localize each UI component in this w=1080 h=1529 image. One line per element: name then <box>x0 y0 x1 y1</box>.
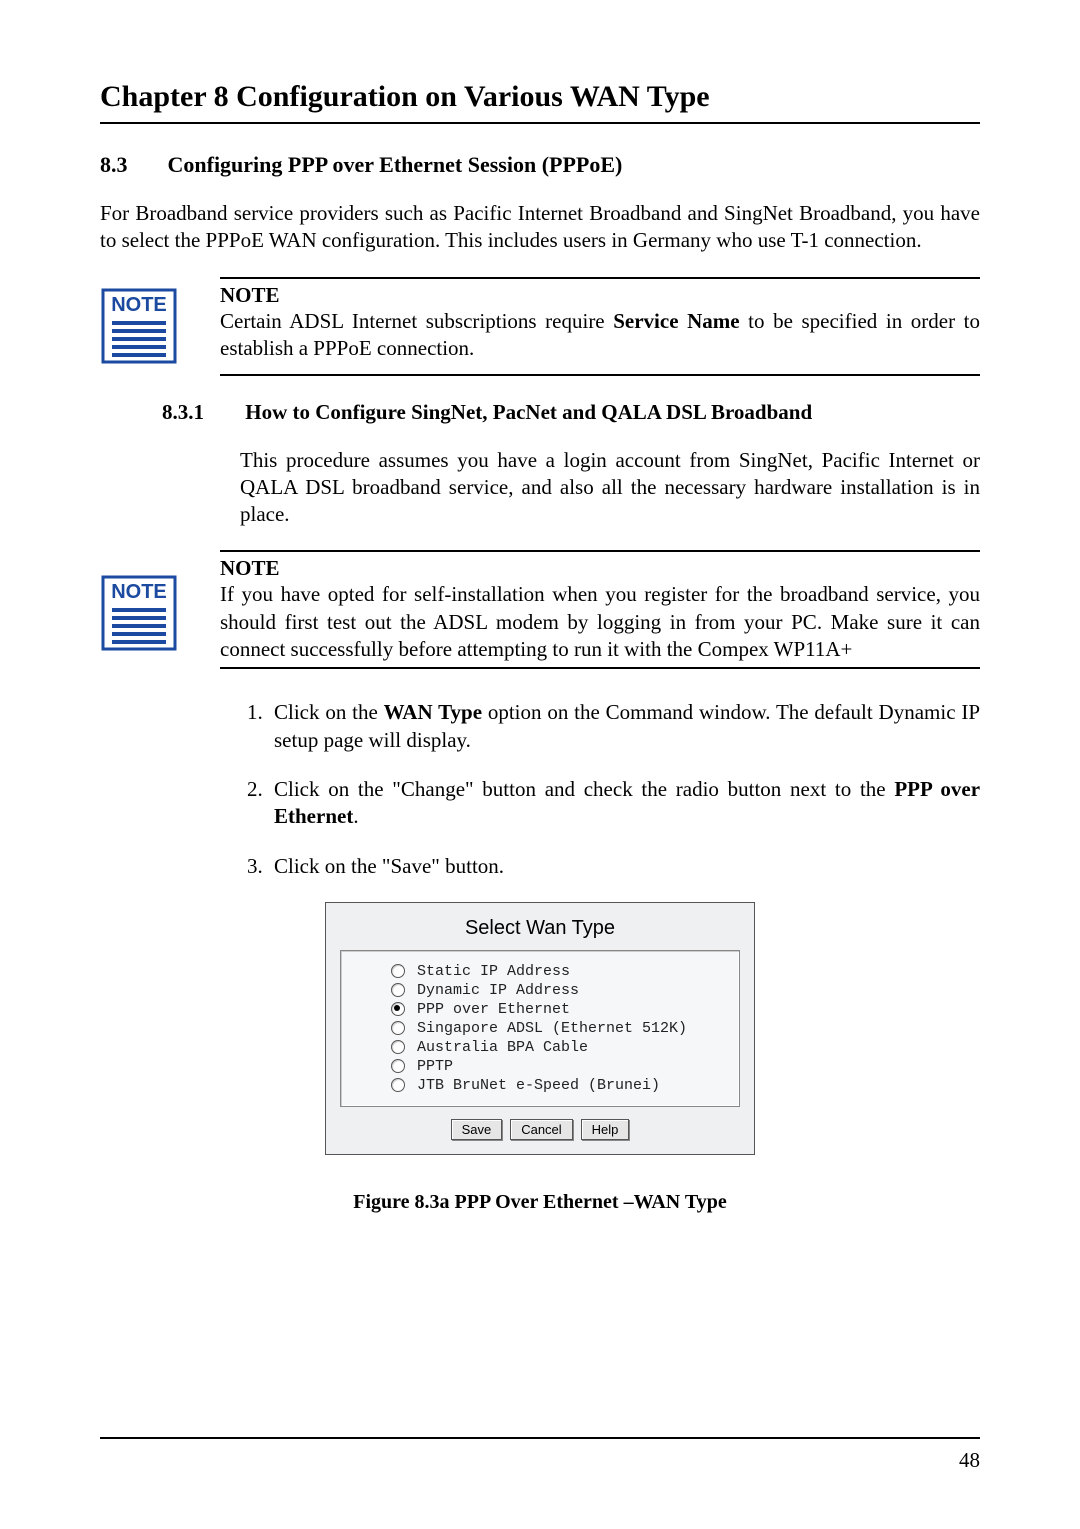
note-body: If you have opted for self-installation … <box>220 581 980 663</box>
note-icon-label: NOTE <box>111 581 167 603</box>
note-divider <box>220 550 980 552</box>
subsection-heading-text: How to Configure SingNet, PacNet and QAL… <box>245 400 812 424</box>
figure: Select Wan Type Static IP Address Dynami… <box>100 902 980 1214</box>
note-block-1: NOTE NOTE Certain ADSL Internet subscrip… <box>100 277 980 376</box>
steps-list: Click on the WAN Type option on the Comm… <box>240 699 980 879</box>
section-intro: For Broadband service providers such as … <box>100 200 980 255</box>
help-button[interactable]: Help <box>581 1119 630 1140</box>
step-2-post: . <box>353 804 358 828</box>
wan-option-label: Static IP Address <box>417 963 570 980</box>
note-icon-label: NOTE <box>111 294 167 316</box>
footer-rule <box>100 1437 980 1439</box>
radio-icon[interactable] <box>391 983 405 997</box>
wan-option-label: PPP over Ethernet <box>417 1001 570 1018</box>
subsection-heading: 8.3.1 How to Configure SingNet, PacNet a… <box>162 400 980 425</box>
wan-option-pptp[interactable]: PPTP <box>391 1058 729 1075</box>
step-1-bold: WAN Type <box>384 700 482 724</box>
note-body-bold: Service Name <box>613 309 739 333</box>
page: Chapter 8 Configuration on Various WAN T… <box>0 0 1080 1529</box>
section-number: 8.3 <box>100 152 162 178</box>
subsection-number: 8.3.1 <box>162 400 240 425</box>
dialog-title: Select Wan Type <box>340 917 740 940</box>
note-divider <box>220 374 980 376</box>
note-body: Certain ADSL Internet subscriptions requ… <box>220 308 980 363</box>
radio-icon[interactable] <box>391 1021 405 1035</box>
wan-option-label: JTB BruNet e-Speed (Brunei) <box>417 1077 660 1094</box>
wan-type-dialog: Select Wan Type Static IP Address Dynami… <box>325 902 755 1155</box>
step-3: Click on the "Save" button. <box>268 853 980 880</box>
chapter-underline <box>100 122 980 124</box>
wan-option-jtb-brunet[interactable]: JTB BruNet e-Speed (Brunei) <box>391 1077 729 1094</box>
radio-icon[interactable] <box>391 964 405 978</box>
note-body-pre: Certain ADSL Internet subscriptions requ… <box>220 309 613 333</box>
dialog-button-row: Save Cancel Help <box>340 1119 740 1140</box>
radio-icon[interactable] <box>391 1078 405 1092</box>
note-title: NOTE <box>220 556 980 581</box>
chapter-title: Chapter 8 Configuration on Various WAN T… <box>100 80 980 114</box>
radio-icon[interactable] <box>391 1059 405 1073</box>
wan-option-label: Dynamic IP Address <box>417 982 579 999</box>
note-title: NOTE <box>220 283 980 308</box>
step-1-pre: Click on the <box>274 700 384 724</box>
section-heading: 8.3 Configuring PPP over Ethernet Sessio… <box>100 152 980 178</box>
wan-option-label: PPTP <box>417 1058 453 1075</box>
page-number: 48 <box>959 1448 980 1473</box>
wan-option-label: Singapore ADSL (Ethernet 512K) <box>417 1020 687 1037</box>
note-icon: NOTE <box>100 287 178 370</box>
save-button[interactable]: Save <box>451 1119 503 1140</box>
wan-option-label: Australia BPA Cable <box>417 1039 588 1056</box>
section-heading-text: Configuring PPP over Ethernet Session (P… <box>168 152 623 177</box>
radio-icon[interactable] <box>391 1040 405 1054</box>
figure-caption: Figure 8.3a PPP Over Ethernet –WAN Type <box>100 1191 980 1214</box>
note-icon: NOTE <box>100 574 178 657</box>
note-divider <box>220 667 980 669</box>
step-2-pre: Click on the "Change" button and check t… <box>274 777 894 801</box>
wan-option-dynamic-ip[interactable]: Dynamic IP Address <box>391 982 729 999</box>
subsection-intro: This procedure assumes you have a login … <box>240 447 980 529</box>
step-1: Click on the WAN Type option on the Comm… <box>268 699 980 754</box>
wan-option-static-ip[interactable]: Static IP Address <box>391 963 729 980</box>
step-2: Click on the "Change" button and check t… <box>268 776 980 831</box>
wan-option-singapore-adsl[interactable]: Singapore ADSL (Ethernet 512K) <box>391 1020 729 1037</box>
note-divider <box>220 277 980 279</box>
cancel-button[interactable]: Cancel <box>510 1119 572 1140</box>
note-block-2: NOTE NOTE If you have opted for self-ins… <box>100 550 980 669</box>
radio-icon[interactable] <box>391 1002 405 1016</box>
wan-options-panel: Static IP Address Dynamic IP Address PPP… <box>340 950 740 1107</box>
wan-option-pppoe[interactable]: PPP over Ethernet <box>391 1001 729 1018</box>
wan-option-australia-bpa[interactable]: Australia BPA Cable <box>391 1039 729 1056</box>
